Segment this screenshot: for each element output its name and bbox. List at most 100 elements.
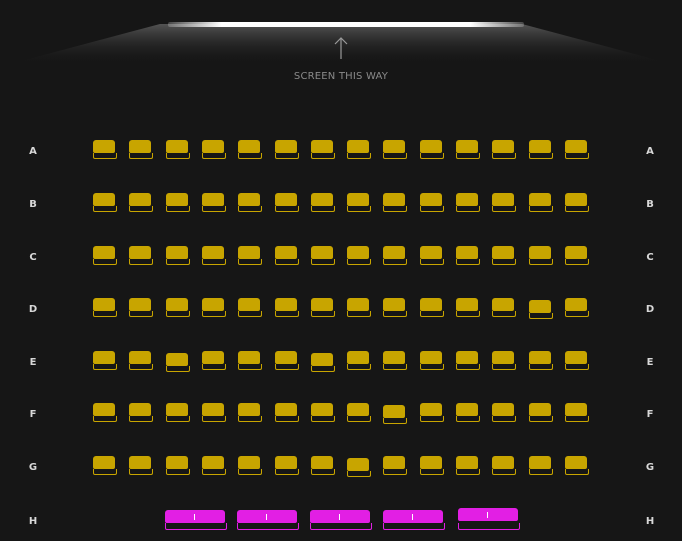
seat-a7[interactable] xyxy=(311,140,335,160)
seat-d5[interactable] xyxy=(238,298,262,318)
seat-f2[interactable] xyxy=(129,403,153,423)
seat-e13[interactable] xyxy=(529,351,553,371)
seat-a12[interactable] xyxy=(492,140,516,160)
seat-e10[interactable] xyxy=(420,351,444,371)
seat-b1[interactable] xyxy=(93,193,117,213)
seat-c13[interactable] xyxy=(529,246,553,266)
seat-f1[interactable] xyxy=(93,403,117,423)
seat-g4[interactable] xyxy=(202,456,226,476)
seat-f11[interactable] xyxy=(456,403,480,423)
seat-c8[interactable] xyxy=(347,246,371,266)
seat-g14[interactable] xyxy=(565,456,589,476)
seat-c4[interactable] xyxy=(202,246,226,266)
sofa-seat-h1[interactable] xyxy=(165,510,227,532)
seat-f13[interactable] xyxy=(529,403,553,423)
seat-b2[interactable] xyxy=(129,193,153,213)
seat-f4[interactable] xyxy=(202,403,226,423)
seat-c11[interactable] xyxy=(456,246,480,266)
seat-e5[interactable] xyxy=(238,351,262,371)
seat-g7[interactable] xyxy=(311,456,335,476)
seat-e2[interactable] xyxy=(129,351,153,371)
seat-e3[interactable] xyxy=(166,351,190,372)
seat-c12[interactable] xyxy=(492,246,516,266)
seat-f12[interactable] xyxy=(492,403,516,423)
seat-b11[interactable] xyxy=(456,193,480,213)
seat-e1[interactable] xyxy=(93,351,117,371)
seat-b8[interactable] xyxy=(347,193,371,213)
seat-e7[interactable] xyxy=(311,351,335,372)
seat-g11[interactable] xyxy=(456,456,480,476)
seat-g13[interactable] xyxy=(529,456,553,476)
seat-a4[interactable] xyxy=(202,140,226,160)
seat-d11[interactable] xyxy=(456,298,480,318)
seat-a1[interactable] xyxy=(93,140,117,160)
seat-f14[interactable] xyxy=(565,403,589,423)
seat-d14[interactable] xyxy=(565,298,589,318)
seat-a14[interactable] xyxy=(565,140,589,160)
seat-a11[interactable] xyxy=(456,140,480,160)
seat-b10[interactable] xyxy=(420,193,444,213)
seat-c7[interactable] xyxy=(311,246,335,266)
seat-e4[interactable] xyxy=(202,351,226,371)
seat-d6[interactable] xyxy=(275,298,299,318)
seat-b9[interactable] xyxy=(383,193,407,213)
seat-a8[interactable] xyxy=(347,140,371,160)
seat-b12[interactable] xyxy=(492,193,516,213)
seat-f10[interactable] xyxy=(420,403,444,423)
seat-c9[interactable] xyxy=(383,246,407,266)
seat-g12[interactable] xyxy=(492,456,516,476)
seat-g2[interactable] xyxy=(129,456,153,476)
seat-f9[interactable] xyxy=(383,403,407,424)
seat-d10[interactable] xyxy=(420,298,444,318)
seat-d8[interactable] xyxy=(347,298,371,318)
seat-f8[interactable] xyxy=(347,403,371,423)
seat-c2[interactable] xyxy=(129,246,153,266)
seat-c5[interactable] xyxy=(238,246,262,266)
seat-b13[interactable] xyxy=(529,193,553,213)
seat-g8[interactable] xyxy=(347,456,371,477)
seat-a13[interactable] xyxy=(529,140,553,160)
seat-f7[interactable] xyxy=(311,403,335,423)
seat-f5[interactable] xyxy=(238,403,262,423)
seat-c14[interactable] xyxy=(565,246,589,266)
seat-a6[interactable] xyxy=(275,140,299,160)
seat-d13[interactable] xyxy=(529,298,553,319)
seat-e11[interactable] xyxy=(456,351,480,371)
seat-e6[interactable] xyxy=(275,351,299,371)
seat-e8[interactable] xyxy=(347,351,371,371)
seat-b6[interactable] xyxy=(275,193,299,213)
seat-d12[interactable] xyxy=(492,298,516,318)
seat-c6[interactable] xyxy=(275,246,299,266)
sofa-seat-h2[interactable] xyxy=(237,510,299,532)
seat-e9[interactable] xyxy=(383,351,407,371)
seat-d9[interactable] xyxy=(383,298,407,318)
seat-d4[interactable] xyxy=(202,298,226,318)
seat-b7[interactable] xyxy=(311,193,335,213)
seat-a10[interactable] xyxy=(420,140,444,160)
seat-g6[interactable] xyxy=(275,456,299,476)
seat-c1[interactable] xyxy=(93,246,117,266)
seat-e12[interactable] xyxy=(492,351,516,371)
seat-g9[interactable] xyxy=(383,456,407,476)
seat-d7[interactable] xyxy=(311,298,335,318)
seat-d1[interactable] xyxy=(93,298,117,318)
seat-b3[interactable] xyxy=(166,193,190,213)
seat-d3[interactable] xyxy=(166,298,190,318)
seat-g3[interactable] xyxy=(166,456,190,476)
seat-f6[interactable] xyxy=(275,403,299,423)
seat-b5[interactable] xyxy=(238,193,262,213)
seat-g10[interactable] xyxy=(420,456,444,476)
seat-g1[interactable] xyxy=(93,456,117,476)
seat-g5[interactable] xyxy=(238,456,262,476)
sofa-seat-h5[interactable] xyxy=(458,508,520,532)
seat-f3[interactable] xyxy=(166,403,190,423)
seat-a2[interactable] xyxy=(129,140,153,160)
sofa-seat-h3[interactable] xyxy=(310,510,372,532)
seat-b14[interactable] xyxy=(565,193,589,213)
seat-a9[interactable] xyxy=(383,140,407,160)
seat-a5[interactable] xyxy=(238,140,262,160)
seat-d2[interactable] xyxy=(129,298,153,318)
seat-e14[interactable] xyxy=(565,351,589,371)
seat-a3[interactable] xyxy=(166,140,190,160)
sofa-seat-h4[interactable] xyxy=(383,510,445,532)
